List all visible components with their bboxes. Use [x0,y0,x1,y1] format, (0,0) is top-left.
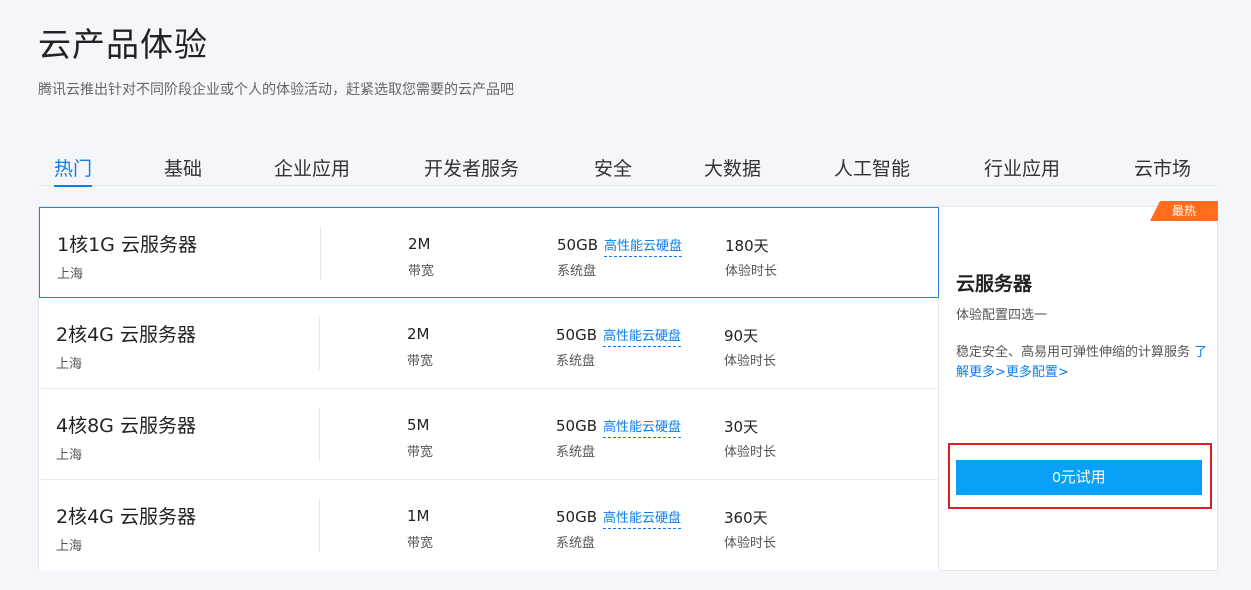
config-row-3[interactable]: 4核8G 云服务器 上海 5M 带宽 50GB 高性能云硬盘 系统盘 30天 体验… [39,389,939,480]
disk-size: 50GB [557,236,599,254]
disk-size: 50GB [556,508,598,526]
disk-type-link[interactable]: 高性能云硬盘 [604,239,683,257]
system-disk-label: 系统盘 [556,536,596,551]
bandwidth-label: 带宽 [407,445,434,460]
tab-developer-services[interactable]: 开发者服务 [424,154,519,186]
row-divider [320,227,321,280]
system-disk-label: 系统盘 [556,445,596,460]
bandwidth-value: 2M [408,235,431,253]
duration-value: 360天 [724,509,768,527]
tab-big-data[interactable]: 大数据 [704,154,761,186]
duration-label: 体验时长 [725,264,778,279]
product-panel: 1核1G 云服务器 上海 2M 带宽 50GB 高性能云硬盘 系统盘 180天 体… [38,201,1218,571]
duration-value: 180天 [725,237,769,255]
row-divider [319,499,320,552]
system-disk-label: 系统盘 [556,354,596,369]
summary-title: 云服务器 [956,273,1033,295]
duration-value: 30天 [724,418,759,436]
server-config-list: 1核1G 云服务器 上海 2M 带宽 50GB 高性能云硬盘 系统盘 180天 体… [39,207,939,571]
bandwidth-label: 带宽 [407,354,434,369]
config-title: 1核1G 云服务器 [57,234,197,256]
summary-subtitle: 体验配置四选一 [956,308,1048,323]
row-divider [319,317,320,370]
duration-value: 90天 [724,327,759,345]
config-row-2[interactable]: 2核4G 云服务器 上海 2M 带宽 50GB 高性能云硬盘 系统盘 90天 体验… [39,298,939,389]
disk-type-link[interactable]: 高性能云硬盘 [603,329,682,347]
disk-spec: 50GB 高性能云硬盘 [556,507,682,529]
category-tabs: 热门 基础 企业应用 开发者服务 安全 大数据 人工智能 行业应用 云市场 [38,150,1218,187]
disk-size: 50GB [556,326,598,344]
page-subtitle: 腾讯云推出针对不同阶段企业或个人的体验活动，赶紧选取您需要的云产品吧 [38,82,514,98]
config-region: 上海 [56,357,83,372]
tab-industry-apps[interactable]: 行业应用 [984,154,1060,186]
config-title: 2核4G 云服务器 [56,324,196,346]
bandwidth-label: 带宽 [408,264,435,279]
disk-size: 50GB [556,417,598,435]
bandwidth-value: 2M [407,325,430,343]
tab-ai[interactable]: 人工智能 [834,154,910,186]
disk-type-link[interactable]: 高性能云硬盘 [603,511,682,529]
hot-badge: 最热 [1150,201,1218,221]
duration-label: 体验时长 [724,354,777,369]
config-row-1[interactable]: 1核1G 云服务器 上海 2M 带宽 50GB 高性能云硬盘 系统盘 180天 体… [39,207,939,298]
tab-enterprise-apps[interactable]: 企业应用 [274,154,350,186]
system-disk-label: 系统盘 [557,264,597,279]
disk-type-link[interactable]: 高性能云硬盘 [603,420,682,438]
duration-label: 体验时长 [724,445,777,460]
config-title: 4核8G 云服务器 [56,415,196,437]
more-config-link[interactable]: 更多配置> [1006,365,1069,380]
bandwidth-value: 5M [407,416,430,434]
tab-cloud-market[interactable]: 云市场 [1134,154,1191,186]
config-region: 上海 [56,539,83,554]
row-divider [319,408,320,461]
description-text: 稳定安全、高易用可弹性伸缩的计算服务 [956,345,1191,360]
config-region: 上海 [56,448,83,463]
free-trial-button[interactable]: 0元试用 [956,460,1202,495]
tab-security[interactable]: 安全 [594,154,632,186]
product-summary: 最热 云服务器 体验配置四选一 稳定安全、高易用可弹性伸缩的计算服务 了解更多>… [938,201,1218,570]
bandwidth-label: 带宽 [407,536,434,551]
summary-description: 稳定安全、高易用可弹性伸缩的计算服务 了解更多>更多配置> [956,343,1212,383]
tab-hot[interactable]: 热门 [54,154,93,187]
config-title: 2核4G 云服务器 [56,506,196,528]
config-row-4[interactable]: 2核4G 云服务器 上海 1M 带宽 50GB 高性能云硬盘 系统盘 360天 体… [39,480,939,571]
disk-spec: 50GB 高性能云硬盘 [556,416,682,438]
page-title: 云产品体验 [38,25,208,64]
bandwidth-value: 1M [407,507,430,525]
tab-basic[interactable]: 基础 [164,154,202,186]
config-region: 上海 [57,267,84,282]
duration-label: 体验时长 [724,536,777,551]
disk-spec: 50GB 高性能云硬盘 [557,235,683,257]
disk-spec: 50GB 高性能云硬盘 [556,325,682,347]
